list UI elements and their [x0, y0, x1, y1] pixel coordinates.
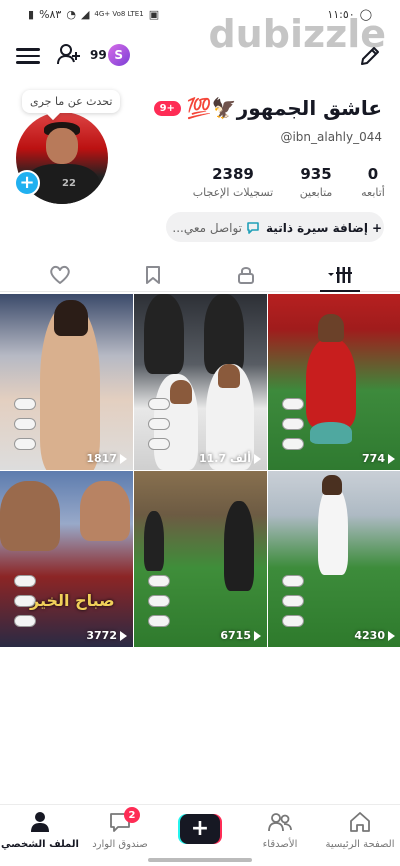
profile-icon	[31, 812, 49, 832]
video-thumbnail[interactable]: 6715	[134, 471, 267, 647]
home-indicator	[148, 858, 252, 862]
stat-followers[interactable]: 935 متابعين	[296, 165, 336, 199]
signal-icon: ◢	[80, 8, 90, 21]
create-button[interactable]: +	[178, 814, 222, 844]
nav-inbox[interactable]: 2 صندوق الوارد	[80, 807, 160, 850]
content-tabs	[0, 258, 400, 292]
pencil-icon	[361, 47, 379, 65]
video-thumbnail[interactable]: 4230	[268, 471, 400, 647]
create-icon: +	[180, 814, 220, 844]
plus-icon: +	[19, 172, 35, 193]
view-count: 3772	[86, 629, 127, 642]
nav-profile[interactable]: الملف الشخصي	[0, 811, 80, 850]
nav-friends[interactable]: الأصدقاء	[240, 811, 320, 850]
tab-favorites[interactable]	[123, 262, 183, 288]
stat-likes[interactable]: 2389 تسجيلات الإعجاب	[192, 165, 274, 199]
status-time: ١١:٥٠	[327, 8, 355, 21]
tab-liked[interactable]	[30, 262, 90, 288]
status-right: ١١:٥٠ ◯	[327, 8, 372, 21]
view-count: 11.7 ألف	[199, 452, 261, 465]
add-story-button[interactable]: +	[14, 170, 40, 196]
home-icon	[350, 812, 370, 832]
profile-name: عاشق الجمهور🦅💯	[186, 96, 382, 120]
bio-row: + إضافة سيرة ذاتية تواصل معي...	[172, 213, 382, 243]
play-icon	[120, 630, 127, 641]
plus-icon: +	[371, 221, 382, 235]
grid-icon	[328, 267, 352, 283]
view-count: 4230	[354, 629, 395, 642]
video-grid: 1817 11.7 ألف 774 صباح الخير 3772 6715 4…	[0, 294, 400, 647]
tab-private[interactable]	[216, 262, 276, 288]
video-thumbnail[interactable]: 1817	[0, 294, 133, 470]
bookmark-icon	[146, 266, 160, 284]
play-icon	[388, 453, 395, 464]
name-row: 9+ عاشق الجمهور🦅💯	[153, 96, 382, 120]
status-left: ▮ %٨٣ ◔ ◢ 4G+ Vo8 LTE1 ▣	[28, 8, 159, 21]
wifi-icon: ◔	[66, 8, 76, 21]
play-icon	[388, 630, 395, 641]
add-friend-button[interactable]	[56, 42, 82, 68]
add-user-icon	[57, 44, 80, 65]
view-count: 6715	[220, 629, 261, 642]
add-bio-button[interactable]: + إضافة سيرة ذاتية	[266, 221, 382, 235]
video-caption: صباح الخير	[30, 591, 115, 610]
video-thumbnail[interactable]: 11.7 ألف	[134, 294, 267, 470]
whatsapp-icon: ◯	[359, 8, 372, 21]
points-count: 99	[90, 48, 107, 62]
active-tab-indicator	[320, 290, 360, 292]
message-icon	[247, 222, 259, 234]
lock-icon	[238, 267, 254, 284]
friends-icon	[268, 813, 292, 832]
status-bubble[interactable]: تحدث عن ما جرى	[22, 90, 121, 113]
contact-button[interactable]: تواصل معي...	[172, 221, 260, 235]
network-indicator: 4G+ Vo8 LTE1	[94, 10, 144, 18]
status-bar: ▮ %٨٣ ◔ ◢ 4G+ Vo8 LTE1 ▣ ١١:٥٠ ◯	[0, 0, 400, 30]
stat-following[interactable]: 0 أتابعه	[360, 165, 386, 199]
top-nav: 99 S	[0, 40, 400, 74]
profile-stats: 0 أتابعه 935 متابعين 2389 تسجيلات الإعجا…	[186, 165, 386, 205]
nav-home[interactable]: الصفحة الرئيسية	[320, 811, 400, 850]
inbox-badge: 2	[124, 807, 140, 823]
tab-videos[interactable]	[310, 262, 370, 288]
play-icon	[254, 453, 261, 464]
video-thumbnail[interactable]: صباح الخير 3772	[0, 471, 133, 647]
profile-avatar-wrap: 22 +	[14, 112, 108, 204]
profile-username: @ibn_alahly_044	[280, 130, 382, 144]
points-badge[interactable]: 99 S	[90, 42, 130, 68]
edit-profile-button[interactable]	[358, 44, 382, 68]
battery-level: %٨٣	[39, 8, 62, 21]
notification-badge[interactable]: 9+	[153, 100, 181, 116]
bottom-nav: الصفحة الرئيسية الأصدقاء + 2 صندوق الوار…	[0, 804, 400, 856]
view-count: 774	[362, 452, 395, 465]
play-icon	[254, 630, 261, 641]
video-thumbnail[interactable]: 774	[268, 294, 400, 470]
view-count: 1817	[86, 452, 127, 465]
menu-button[interactable]	[16, 44, 40, 68]
heart-icon	[50, 265, 70, 284]
coin-icon: S	[107, 44, 130, 66]
battery-icon: ▮	[28, 8, 35, 21]
notification-icon: ▣	[148, 8, 160, 21]
play-icon	[120, 453, 127, 464]
